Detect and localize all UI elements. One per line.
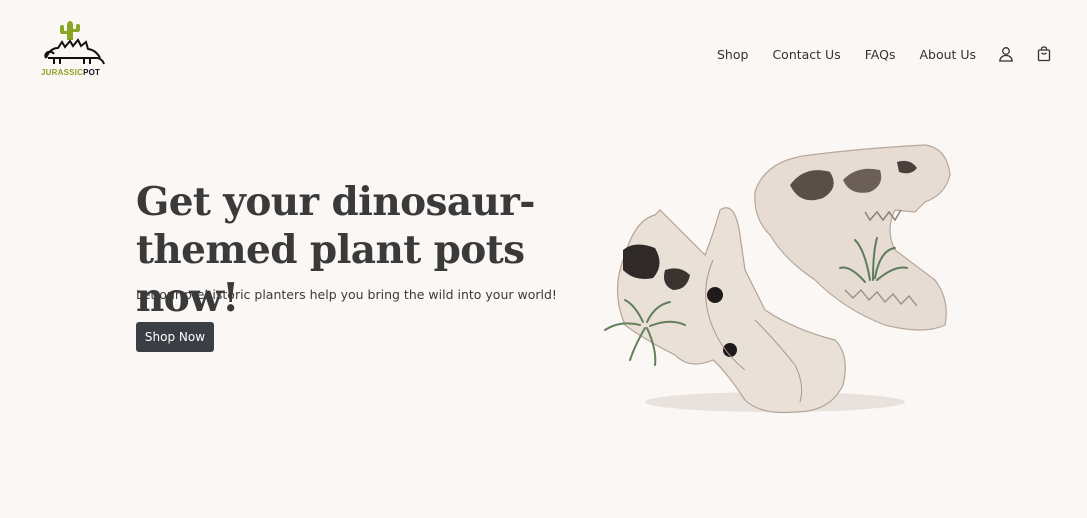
logo-wordmark: JURASSICPOT bbox=[41, 68, 100, 77]
cactus-stegosaurus-logo-icon bbox=[44, 21, 105, 65]
nav-about-us[interactable]: About Us bbox=[919, 47, 976, 62]
logo-wordmark-suffix: POT bbox=[83, 68, 101, 77]
site-logo[interactable]: JURASSICPOT bbox=[40, 18, 106, 80]
shop-now-button[interactable]: Shop Now bbox=[136, 322, 214, 352]
user-account-button[interactable] bbox=[996, 44, 1016, 64]
nav-faqs[interactable]: FAQs bbox=[865, 47, 896, 62]
nav-contact-us[interactable]: Contact Us bbox=[772, 47, 840, 62]
shopping-bag-icon bbox=[1037, 46, 1051, 62]
user-icon bbox=[999, 47, 1014, 62]
cart-button[interactable] bbox=[1034, 44, 1054, 64]
dinosaur-skull-planters-image bbox=[604, 144, 951, 414]
logo-wordmark-prefix: JURASSIC bbox=[41, 68, 84, 77]
nav-shop[interactable]: Shop bbox=[717, 47, 748, 62]
hero-subtitle: Let our prehistoric planters help you br… bbox=[136, 287, 557, 302]
main-nav: Shop Contact Us FAQs About Us bbox=[717, 44, 1054, 64]
